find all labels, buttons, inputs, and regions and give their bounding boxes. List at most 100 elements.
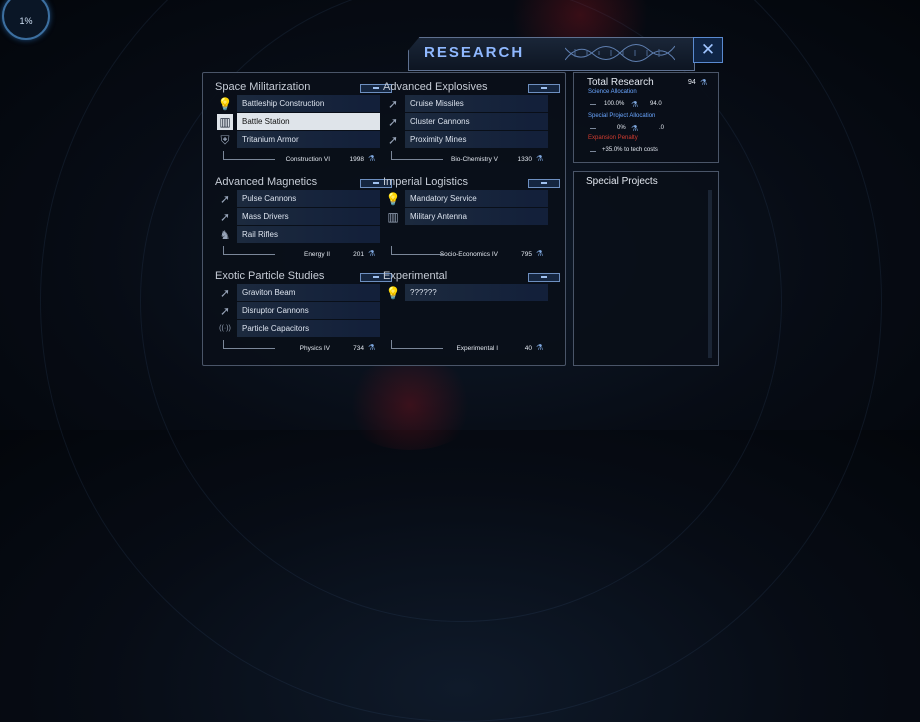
tree-line [391, 348, 443, 349]
group-title: Advanced Magnetics [215, 176, 318, 188]
tech-label: Tritanium Armor [237, 131, 380, 148]
research-points: 40 [524, 345, 532, 352]
research-points: 734 [353, 345, 364, 352]
tree-line [223, 340, 224, 348]
research-group: Advanced Explosives ➚ Cruise Missiles ➚ Clus… [383, 81, 560, 166]
research-group: Experimental 💡?????? Experimental I 40 ⚗ [383, 270, 560, 355]
science-icon: ⚗ [368, 249, 376, 258]
special-projects-scrollbar[interactable] [708, 190, 712, 358]
tech-item[interactable]: ➚ Disruptor Cannons [215, 302, 380, 319]
tech-label: Cluster Cannons [405, 113, 548, 130]
group-title: Advanced Explosives [383, 81, 488, 93]
tech-label: ?????? [405, 284, 548, 301]
group-title: Exotic Particle Studies [215, 270, 325, 282]
group-title: Imperial Logistics [383, 176, 468, 188]
tech-item[interactable]: ➚ Cruise Missiles [383, 95, 548, 112]
tree-line [391, 151, 392, 159]
tech-item[interactable]: 💡 Battleship Construction [215, 95, 380, 112]
tech-label: Pulse Cannons [237, 190, 380, 207]
soldier-icon: ♞ [219, 228, 231, 242]
tree-line [223, 159, 275, 160]
science-value: 94.0 [650, 101, 662, 107]
research-group: Exotic Particle Studies ➚ Graviton Beam ➚ Di… [215, 270, 392, 355]
missile-icon: ➚ [219, 192, 231, 206]
tech-item[interactable]: ▥ Military Antenna [383, 208, 548, 225]
tech-item[interactable]: ➚ Graviton Beam [215, 284, 380, 301]
missile-icon: ➚ [387, 97, 399, 111]
research-field-name: Experimental I [456, 345, 498, 352]
background-glow [340, 360, 480, 450]
dna-helix-icon [565, 44, 675, 62]
group-collapse-toggle[interactable] [528, 84, 560, 93]
research-group: Space Militarization 💡 Battleship Construc… [215, 81, 392, 166]
tech-item[interactable]: ➚ Cluster Cannons [383, 113, 548, 130]
tech-label: Proximity Mines [405, 131, 548, 148]
lightbulb-icon: 💡 [385, 286, 401, 300]
tech-item[interactable]: ➚ Pulse Cannons [215, 190, 380, 207]
tech-item[interactable]: ➚ Proximity Mines [383, 131, 548, 148]
research-group: Advanced Magnetics ➚ Pulse Cannons ➚ Mass Dr… [215, 176, 392, 261]
tech-label: Graviton Beam [237, 284, 380, 301]
science-icon: ⚗ [368, 343, 376, 352]
research-field-name: Bio-Chemistry V [451, 156, 498, 163]
research-progress-indicator[interactable]: 1% [2, 0, 50, 40]
tree-line [391, 246, 392, 254]
tech-item[interactable]: ♞ Rail Rifles [215, 226, 380, 243]
tree-line [590, 151, 596, 152]
science-icon: ⚗ [631, 124, 639, 133]
missile-icon: ➚ [219, 286, 231, 300]
tech-label: Particle Capacitors [237, 320, 380, 337]
tech-item[interactable]: ⛨ Tritanium Armor [215, 131, 380, 148]
tech-label: Battle Station [237, 113, 380, 130]
research-field-name: Energy II [303, 251, 330, 258]
lightbulb-icon: 💡 [217, 97, 233, 111]
tech-label: Disruptor Cannons [237, 302, 380, 319]
missile-icon: ➚ [219, 210, 231, 224]
tech-item[interactable]: 💡?????? [383, 284, 548, 301]
expansion-penalty-value: +35.0% to tech costs [602, 147, 658, 153]
tech-item[interactable]: ➚ Mass Drivers [215, 208, 380, 225]
research-field-name: Physics IV [299, 345, 330, 352]
progress-label: 1% [19, 16, 33, 26]
close-button[interactable]: ✕ [693, 37, 723, 63]
tech-item[interactable]: ▥ Battle Station [215, 113, 380, 130]
tech-label: Military Antenna [405, 208, 548, 225]
tech-label: Mass Drivers [237, 208, 380, 225]
group-title: Space Militarization [215, 81, 311, 93]
science-icon: ⚗ [536, 154, 544, 163]
tech-label: Cruise Missiles [405, 95, 548, 112]
tech-item[interactable]: ((·)) Particle Capacitors [215, 320, 380, 337]
total-research-value: 94 [688, 79, 696, 86]
special-allocation-label: Special Project Allocation [588, 113, 656, 119]
tree-line [391, 159, 443, 160]
special-projects-panel [573, 171, 719, 366]
research-points: 795 [521, 251, 532, 258]
science-icon: ⚗ [536, 249, 544, 258]
tech-label: Rail Rifles [237, 226, 380, 243]
tree-line [223, 348, 275, 349]
factory-icon: ▥ [217, 114, 233, 130]
science-icon: ⚗ [700, 78, 708, 87]
antenna-icon: ((·)) [219, 325, 231, 332]
tree-line [223, 151, 224, 159]
research-points: 1330 [517, 156, 532, 163]
shield-icon: ⛨ [220, 133, 230, 147]
science-icon: ⚗ [368, 154, 376, 163]
missile-icon: ➚ [387, 115, 399, 129]
tech-label: Battleship Construction [237, 95, 380, 112]
research-points: 1998 [349, 156, 364, 163]
group-title: Experimental [383, 270, 448, 282]
science-pct: 100.0% [604, 101, 625, 107]
tree-line [590, 104, 596, 105]
research-group: Imperial Logistics 💡 Mandatory Service ▥ Mil… [383, 176, 560, 261]
tree-line [391, 254, 443, 255]
science-icon: ⚗ [536, 343, 544, 352]
group-collapse-toggle[interactable] [528, 179, 560, 188]
group-collapse-toggle[interactable] [528, 273, 560, 282]
tech-label: Mandatory Service [405, 190, 548, 207]
tech-item[interactable]: 💡 Mandatory Service [383, 190, 548, 207]
tree-line [223, 254, 275, 255]
lightbulb-icon: 💡 [385, 192, 401, 206]
science-allocation-label: Science Allocation [588, 89, 637, 95]
tree-line [391, 340, 392, 348]
